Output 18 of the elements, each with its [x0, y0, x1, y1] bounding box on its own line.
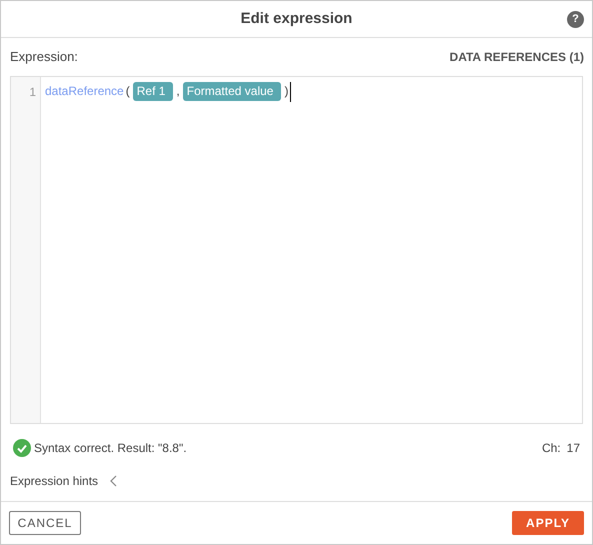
punctuation: ( [126, 83, 130, 100]
check-icon [13, 439, 31, 457]
hints-label[interactable]: Expression hints [10, 472, 98, 490]
char-label: Ch: [542, 440, 561, 457]
data-references-link[interactable]: DATA REFERENCES (1) [450, 48, 584, 66]
help-button[interactable]: ? [567, 11, 584, 28]
expression-label: Expression: [10, 48, 78, 66]
status-message: Syntax correct. Result: "8.8". [34, 440, 187, 457]
chevron-left-icon[interactable] [110, 475, 118, 487]
punctuation: , [176, 83, 180, 100]
char-count: 17 [566, 440, 580, 457]
dialog-title: Edit expression [240, 8, 352, 29]
line-number: 1 [29, 84, 36, 99]
punctuation: ) [284, 83, 288, 100]
cancel-button[interactable]: CANCEL [9, 511, 81, 535]
function-name: dataReference [45, 83, 124, 100]
apply-button[interactable]: APPLY [512, 511, 584, 535]
text-cursor [290, 82, 292, 102]
